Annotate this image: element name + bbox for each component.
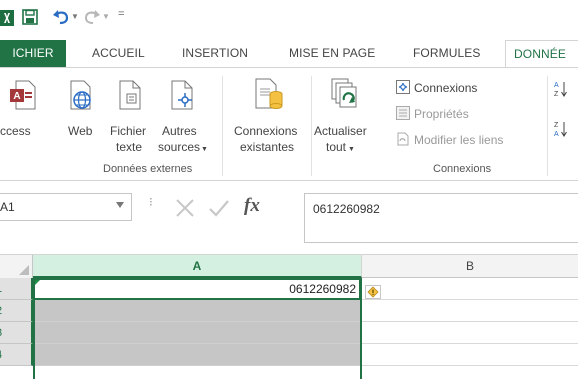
column-header-row: A B xyxy=(0,254,578,278)
row-header-3[interactable]: 3 xyxy=(0,322,33,344)
group-label-connections: Connexions xyxy=(433,163,492,175)
quick-access-toolbar: ▼ ▼ = xyxy=(0,0,578,34)
sort-az-icon: A Z xyxy=(554,82,567,98)
tab-insertion[interactable]: INSERTION xyxy=(182,40,248,68)
other-sources-icon xyxy=(171,80,193,110)
save-icon[interactable] xyxy=(22,9,38,25)
formula-buttons: fx xyxy=(162,193,302,221)
select-all-button[interactable] xyxy=(0,255,33,278)
formula-bar: A1 ⁝ fx 0612260982 xyxy=(0,181,578,254)
undo-dropdown-icon[interactable]: ▼ xyxy=(71,12,79,21)
excel-logo-icon xyxy=(0,10,14,26)
warning-smart-tag-icon[interactable] xyxy=(365,285,381,299)
svg-text:Z: Z xyxy=(554,122,559,129)
group-label-external-data: Données externes xyxy=(103,163,193,175)
tab-fichier[interactable]: ICHIER xyxy=(0,40,66,68)
existing-connections-icon xyxy=(255,78,283,109)
name-box[interactable]: A1 xyxy=(0,193,132,221)
name-box-value: A1 xyxy=(0,200,15,214)
undo-icon[interactable] xyxy=(52,9,70,25)
access-icon: A xyxy=(10,80,36,110)
column-header-a[interactable]: A xyxy=(33,255,362,278)
group-separator xyxy=(311,76,312,176)
insert-function-icon[interactable]: fx xyxy=(244,195,260,217)
refresh-all-button[interactable]: Actualiser tout ▼ xyxy=(314,68,376,158)
row-header-4[interactable]: 4 xyxy=(0,344,33,366)
sort-za-icon: Z A xyxy=(554,122,567,138)
edit-links-icon xyxy=(397,132,409,146)
cell-a1[interactable]: 0612260982 xyxy=(33,278,361,300)
cancel-x-icon[interactable] xyxy=(174,197,196,219)
ribbon-tabs: ICHIER ACCUEIL INSERTION MISE EN PAGE FO… xyxy=(0,40,578,68)
tab-formules[interactable]: FORMULES xyxy=(413,40,480,68)
group-separator xyxy=(222,76,223,176)
cell-b3[interactable] xyxy=(361,322,578,344)
row-header-1[interactable]: 1 xyxy=(0,278,33,300)
svg-text:A: A xyxy=(13,91,20,102)
ribbon: A ccess Web Fichier texte Autres sources… xyxy=(0,67,578,181)
edit-links-button[interactable]: Modifier les liens xyxy=(396,130,503,150)
worksheet-grid: A B 1 0612260982 2 3 4 xyxy=(0,254,578,379)
cell-b2[interactable] xyxy=(361,300,578,322)
sort-ascending-button[interactable]: A Z xyxy=(554,80,568,100)
tab-donnees[interactable]: DONNÉE xyxy=(505,40,578,68)
chevron-down-icon[interactable] xyxy=(116,202,124,208)
tab-accueil[interactable]: ACCUEIL xyxy=(92,40,145,68)
existing-connections-button[interactable]: Connexions existantes xyxy=(228,68,308,158)
properties-icon xyxy=(396,106,410,120)
chevron-down-icon: ▼ xyxy=(201,146,208,153)
enter-check-icon[interactable] xyxy=(208,197,230,219)
other-sources-button[interactable]: Autres sources▼ xyxy=(156,68,210,158)
cell-a2[interactable] xyxy=(33,300,361,322)
from-text-button[interactable]: Fichier texte xyxy=(106,68,154,158)
tab-mise-en-page[interactable]: MISE EN PAGE xyxy=(289,40,375,68)
connections-button[interactable]: Connexions xyxy=(396,78,477,98)
customize-qat-button[interactable]: = xyxy=(118,8,124,20)
cell-b4[interactable] xyxy=(361,344,578,366)
svg-text:A: A xyxy=(554,82,559,89)
web-globe-icon xyxy=(70,80,91,110)
formula-input[interactable]: 0612260982 xyxy=(304,193,578,243)
from-access-button[interactable]: A ccess xyxy=(0,68,50,158)
from-web-button[interactable]: Web xyxy=(64,68,100,158)
svg-text:A: A xyxy=(554,131,559,138)
group-separator xyxy=(547,76,548,176)
error-indicator-icon xyxy=(35,280,40,285)
text-file-icon xyxy=(119,80,141,110)
refresh-icon xyxy=(331,78,357,108)
resize-handle[interactable]: ⁝ xyxy=(149,195,153,209)
properties-button[interactable]: Propriétés xyxy=(396,104,469,124)
cell-b1[interactable] xyxy=(361,278,578,300)
connections-icon xyxy=(396,80,410,94)
formula-value: 0612260982 xyxy=(313,202,380,216)
sort-descending-button[interactable]: Z A xyxy=(554,120,568,140)
cell-a4[interactable] xyxy=(33,344,361,366)
redo-dropdown-icon[interactable]: ▼ xyxy=(102,12,110,21)
chevron-down-icon: ▼ xyxy=(348,146,355,153)
column-header-b[interactable]: B xyxy=(362,255,578,278)
svg-text:Z: Z xyxy=(554,91,559,98)
cell-a3[interactable] xyxy=(33,322,361,344)
row-header-2[interactable]: 2 xyxy=(0,300,33,322)
redo-icon[interactable] xyxy=(83,9,101,25)
